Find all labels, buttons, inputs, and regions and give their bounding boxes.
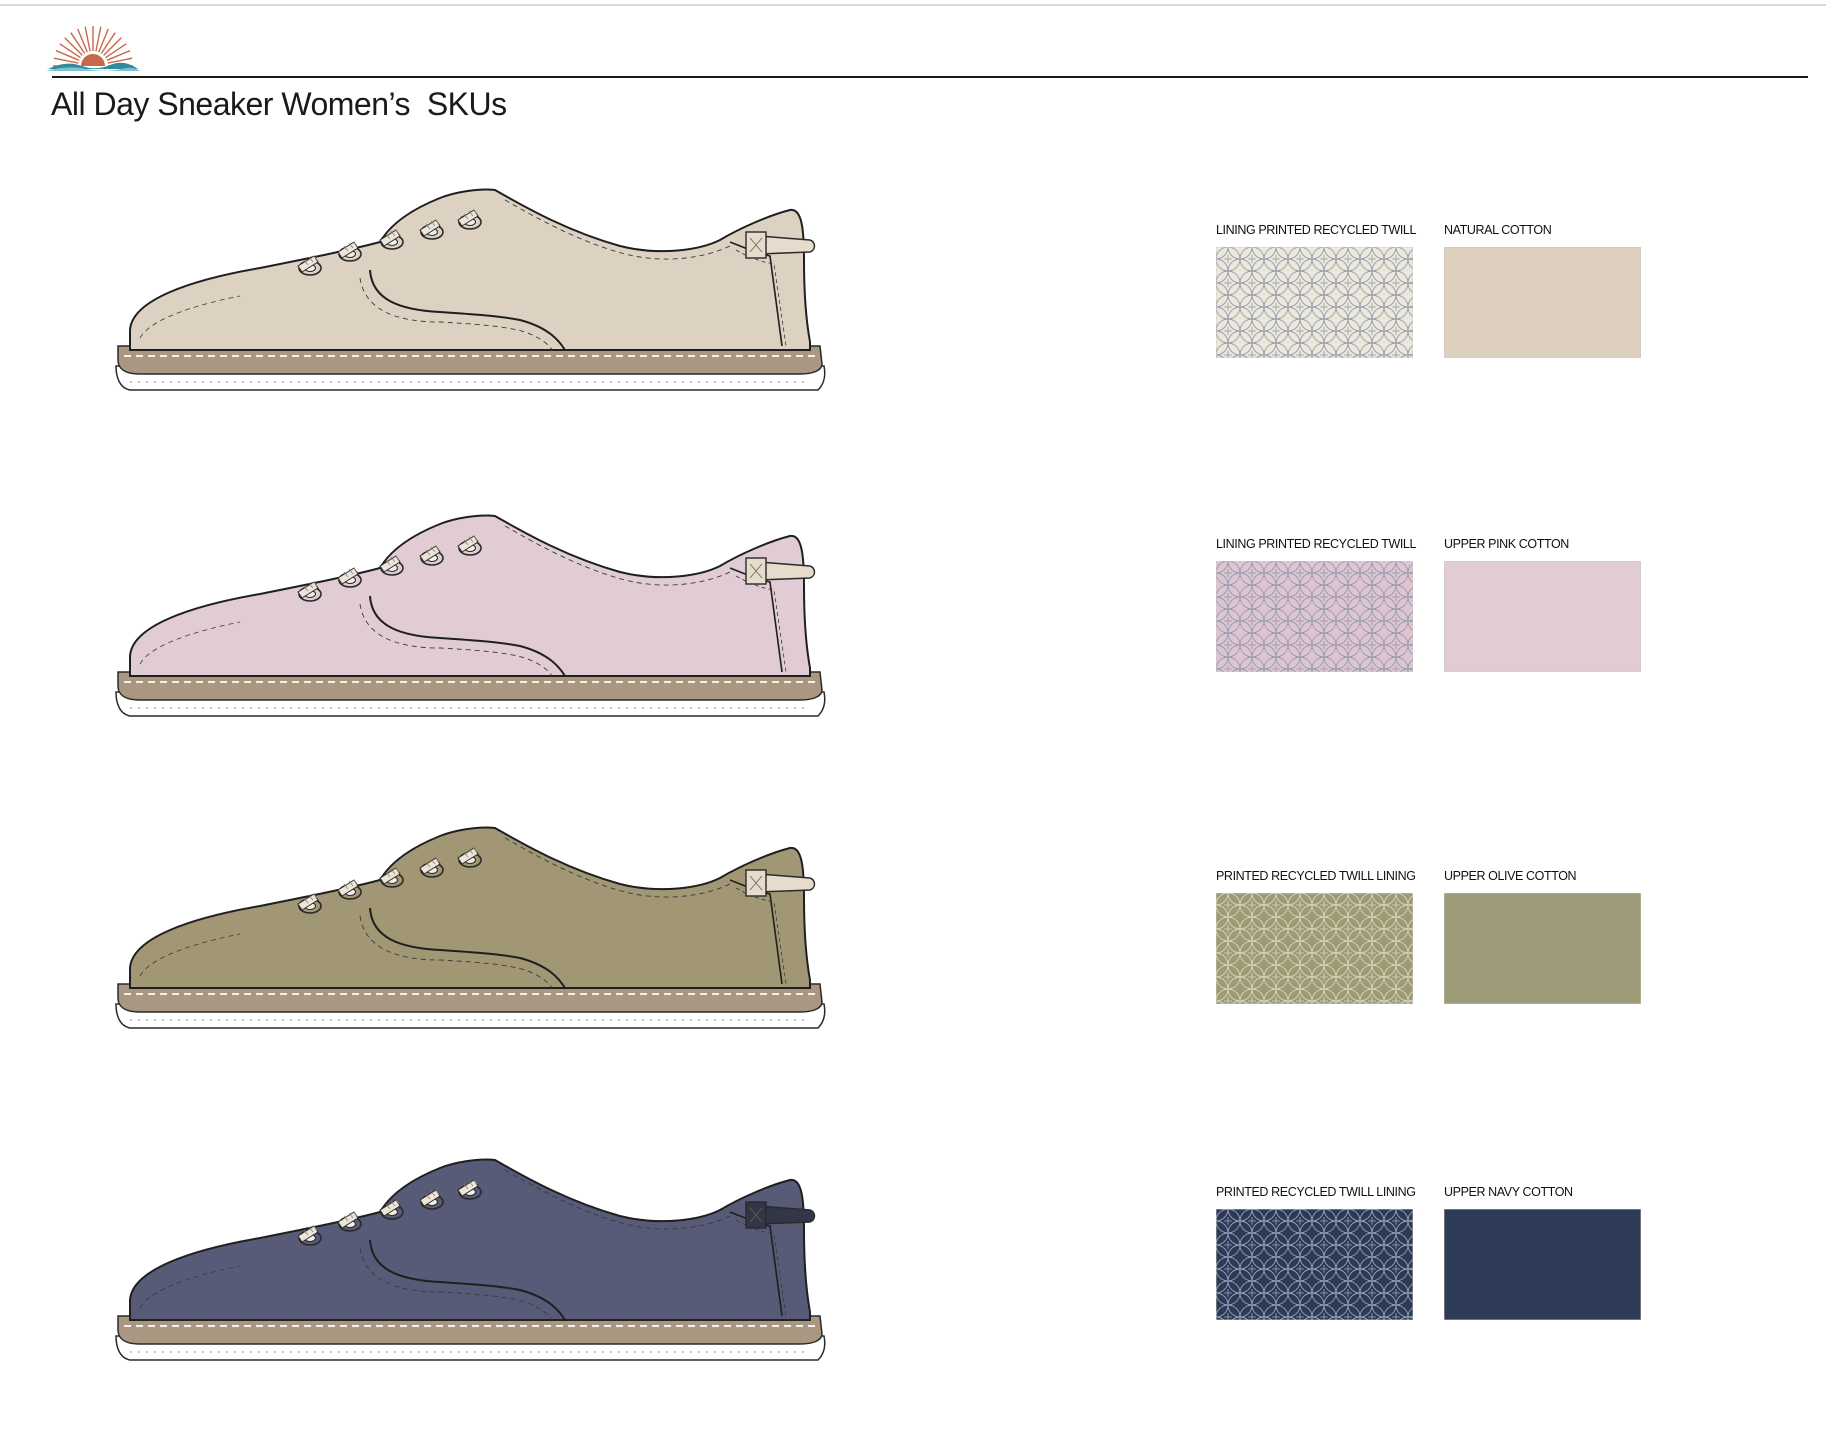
swatch-label: PRINTED RECYCLED TWILL LINING: [1216, 1185, 1416, 1199]
swatch-label: LINING PRINTED RECYCLED TWILL: [1216, 537, 1417, 551]
swatch-group: LINING PRINTED RECYCLED TWILL: [1215, 536, 1417, 677]
fabric-swatch-print: [1215, 1208, 1414, 1321]
shoe-illustration: [115, 826, 826, 1029]
top-border: [0, 4, 1826, 6]
sku-row: LINING PRINTED RECYCLED TWILL UPPER PINK…: [0, 496, 1826, 756]
sku-row: LINING PRINTED RECYCLED TWILL NATURAL CO…: [0, 170, 1826, 430]
swatch-group: UPPER NAVY COTTON: [1443, 1184, 1644, 1325]
swatch-group: PRINTED RECYCLED TWILL LINING: [1215, 868, 1416, 1009]
swatch-label: UPPER NAVY COTTON: [1444, 1185, 1573, 1199]
fabric-swatch-print: [1215, 560, 1414, 673]
header-divider: [52, 76, 1808, 78]
shoe-illustration: [115, 1158, 826, 1361]
fabric-swatch-print: [1215, 246, 1414, 359]
fabric-swatch: [1443, 1208, 1642, 1321]
swatch-group: NATURAL COTTON: [1443, 222, 1644, 363]
shoe-illustration: [115, 188, 826, 391]
fabric-swatch: [1443, 246, 1642, 359]
page-title: All Day Sneaker Women’s SKUs: [51, 86, 507, 122]
sunrise-logo-icon: [46, 26, 140, 71]
fabric-swatch-print: [1215, 892, 1414, 1005]
swatch-label: UPPER PINK COTTON: [1444, 537, 1569, 551]
swatch-group: LINING PRINTED RECYCLED TWILL: [1215, 222, 1417, 363]
fabric-swatch: [1443, 892, 1642, 1005]
shoe-illustration: [115, 514, 826, 717]
swatch-label: UPPER OLIVE COTTON: [1444, 869, 1577, 883]
swatch-label: NATURAL COTTON: [1444, 223, 1552, 237]
sku-row: PRINTED RECYCLED TWILL LINING UPPER OLIV…: [0, 808, 1826, 1068]
swatch-group: UPPER OLIVE COTTON: [1443, 868, 1644, 1009]
swatch-group: PRINTED RECYCLED TWILL LINING: [1215, 1184, 1416, 1325]
swatch-label: LINING PRINTED RECYCLED TWILL: [1216, 223, 1417, 237]
sku-row: PRINTED RECYCLED TWILL LINING UPPER NAVY…: [0, 1140, 1826, 1400]
swatch-group: UPPER PINK COTTON: [1443, 536, 1644, 677]
swatch-label: PRINTED RECYCLED TWILL LINING: [1216, 869, 1416, 883]
fabric-swatch: [1443, 560, 1642, 673]
